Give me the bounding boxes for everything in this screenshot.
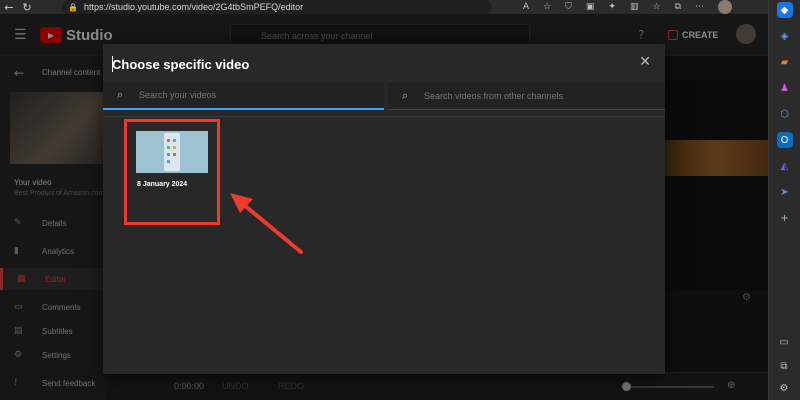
annotation-arrow-shaft <box>242 203 303 254</box>
screen: ← ↻ 🔒 https://studio.youtube.com/video/2… <box>0 0 800 400</box>
annotation-arrow <box>230 193 303 254</box>
